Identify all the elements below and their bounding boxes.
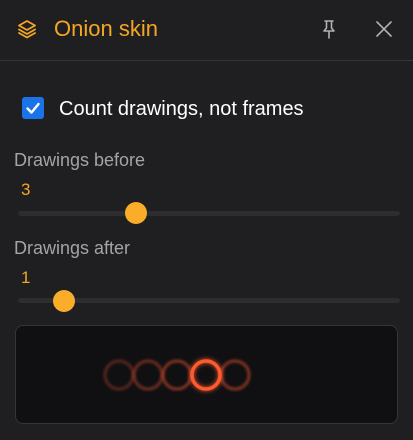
drawings-before-label: Drawings before	[14, 150, 146, 170]
count-drawings-checkbox[interactable]	[22, 97, 44, 119]
drawings-after-label: Drawings after	[14, 238, 131, 258]
drawings-after-slider-thumb[interactable]	[53, 290, 75, 312]
layers-icon	[18, 20, 36, 39]
drawings-after-value: 1	[21, 268, 31, 287]
next-frame-circle	[219, 359, 251, 391]
onion-skin-preview	[15, 325, 398, 424]
panel-header: Onion skin	[0, 0, 413, 61]
panel-title: Onion skin	[54, 16, 158, 41]
drawings-before-slider-thumb[interactable]	[125, 202, 147, 224]
current-frame-circle	[190, 359, 222, 391]
previous-frame-circle	[132, 359, 164, 391]
drawings-before-value: 3	[21, 180, 31, 199]
drawings-before-slider[interactable]	[18, 202, 400, 224]
previous-frame-circle	[103, 359, 135, 391]
drawings-after-slider[interactable]	[18, 290, 400, 312]
preview-canvas	[103, 359, 251, 391]
close-icon[interactable]	[375, 20, 393, 38]
checkmark-icon	[26, 102, 40, 114]
count-drawings-label: Count drawings, not frames	[59, 98, 304, 120]
pin-icon[interactable]	[320, 19, 338, 39]
previous-frame-circle	[161, 359, 193, 391]
onion-skin-panel: Onion skin Count drawings, not frames Dr…	[0, 0, 413, 440]
